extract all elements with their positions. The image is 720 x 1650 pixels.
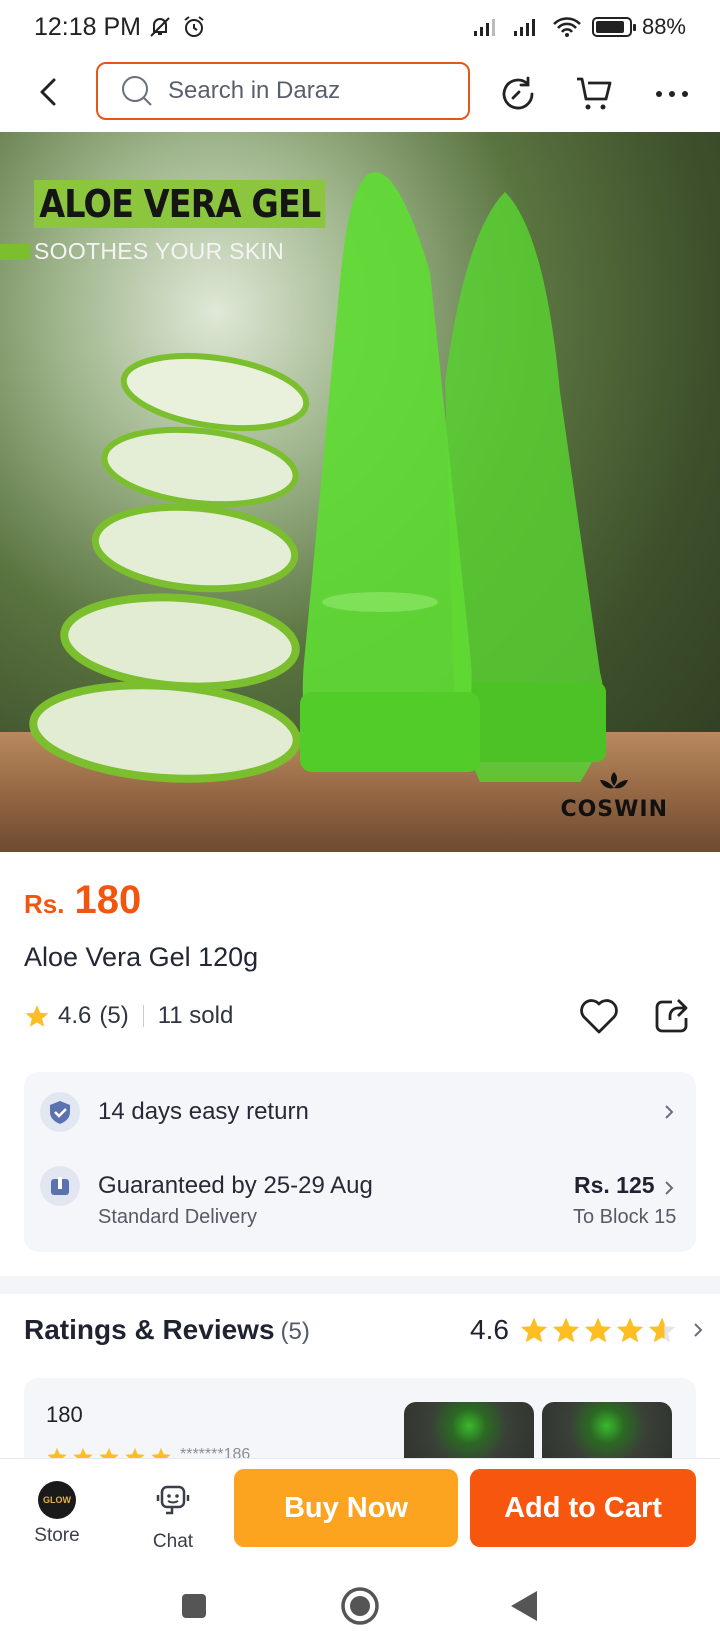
- star-icon: [99, 1447, 119, 1458]
- sold-count: 11 sold: [157, 1002, 234, 1029]
- review-photo[interactable]: [542, 1402, 672, 1458]
- product-price: Rs. 180: [24, 878, 141, 923]
- aloe-slices-illustration: [29, 172, 606, 783]
- chat-label: Chat: [152, 1531, 194, 1552]
- back-button[interactable]: [30, 74, 66, 110]
- rating-summary[interactable]: 4.6 (5) 11 sold: [24, 1002, 233, 1030]
- review-photo[interactable]: [404, 1402, 534, 1458]
- more-dots-icon: [656, 91, 688, 97]
- delivery-destination: To Block 15: [573, 1206, 677, 1228]
- wishlist-button[interactable]: [578, 996, 620, 1036]
- review-author: 180: [46, 1402, 83, 1427]
- store-button[interactable]: GLOW Store: [22, 1481, 92, 1547]
- delivery-estimate: Guaranteed by 25-29 Aug: [98, 1172, 373, 1199]
- chevron-right-icon: [665, 1181, 674, 1195]
- back-nav-button[interactable]: [502, 1584, 546, 1628]
- star-icon: [648, 1317, 676, 1343]
- buy-now-button[interactable]: Buy Now: [234, 1469, 458, 1547]
- search-placeholder: Search in Daraz: [168, 77, 341, 104]
- bottom-action-bar: GLOW Store Chat Buy Now Add to Cart: [0, 1458, 720, 1566]
- star-icon: [616, 1317, 644, 1343]
- home-circle-icon: [341, 1587, 379, 1625]
- review-user: *******186: [180, 1446, 251, 1458]
- shipping-fee: Rs. 125: [574, 1172, 655, 1198]
- delivery-row[interactable]: Guaranteed by 25-29 Aug: [40, 1166, 373, 1206]
- store-label: Store: [34, 1525, 80, 1546]
- star-icon: [47, 1447, 67, 1458]
- star-icon: [520, 1317, 548, 1343]
- review-stars: [46, 1446, 172, 1458]
- alarm-icon: [184, 16, 204, 37]
- return-policy-row[interactable]: 14 days easy return: [40, 1092, 309, 1132]
- shield-check-icon: [40, 1092, 80, 1132]
- star-icon: [552, 1317, 580, 1343]
- add-to-cart-button[interactable]: Add to Cart: [470, 1469, 696, 1547]
- chat-icon: [156, 1485, 190, 1515]
- leaf-logo-icon: [600, 772, 629, 789]
- mute-icon: [150, 17, 170, 37]
- square-icon: [182, 1594, 206, 1618]
- wifi-icon: [553, 17, 581, 37]
- product-image[interactable]: ALOE VERA GEL SOOTHES YOUR SKIN COSWIN: [0, 132, 720, 852]
- chat-button[interactable]: Chat: [138, 1481, 208, 1553]
- reviews-title: Ratings & Reviews: [24, 1314, 275, 1345]
- chevron-right-icon: [694, 1323, 703, 1337]
- search-input[interactable]: Search in Daraz: [96, 62, 470, 120]
- signal-icon: [473, 19, 495, 36]
- star-icon: [584, 1317, 612, 1343]
- status-time: 12:18 PM: [34, 12, 142, 41]
- rating-value: 4.6: [58, 1002, 92, 1029]
- status-bar: 12:18 PM 88%: [0, 0, 720, 54]
- reviews-score-value: 4.6: [470, 1314, 509, 1345]
- back-arrow-icon: [40, 78, 56, 106]
- rating-count: (5): [99, 1002, 129, 1029]
- service-info-card: 14 days easy return Guaranteed by 25-29 …: [24, 1072, 696, 1252]
- return-policy-text: 14 days easy return: [98, 1098, 309, 1125]
- chevron-right-icon: [665, 1105, 674, 1119]
- store-logo: GLOW: [38, 1481, 76, 1519]
- system-navigation-bar: [0, 1566, 720, 1650]
- section-divider: [0, 1276, 720, 1294]
- cart-icon: [577, 77, 612, 110]
- heart-icon: [580, 999, 618, 1034]
- star-icon: [151, 1447, 171, 1458]
- star-icon: [125, 1447, 145, 1458]
- recents-button[interactable]: [172, 1584, 216, 1628]
- history-button[interactable]: [496, 72, 540, 116]
- signal-icon-2: [513, 19, 535, 36]
- reviews-heading[interactable]: Ratings & Reviews (5): [24, 1314, 310, 1346]
- brand-logo: COSWIN: [560, 770, 668, 822]
- top-navigation: Search in Daraz: [0, 54, 720, 132]
- review-card[interactable]: 180 *******186: [24, 1378, 696, 1458]
- battery-icon: [591, 17, 636, 37]
- refresh-icon: [502, 76, 534, 110]
- star-icon: [73, 1447, 93, 1458]
- brand-name: COSWIN: [560, 797, 668, 822]
- share-icon: [655, 999, 688, 1033]
- share-button[interactable]: [652, 996, 692, 1036]
- reviews-count: (5): [280, 1318, 310, 1345]
- search-icon: [122, 76, 152, 106]
- reviews-score[interactable]: 4.6: [470, 1314, 705, 1346]
- home-button[interactable]: [338, 1584, 382, 1628]
- delivery-box-icon: [40, 1166, 80, 1206]
- price-amount: 180: [74, 878, 142, 922]
- more-button[interactable]: [650, 72, 694, 116]
- triangle-back-icon: [511, 1591, 537, 1621]
- delivery-type: Standard Delivery: [98, 1206, 257, 1228]
- price-currency: Rs.: [24, 889, 65, 919]
- cart-button[interactable]: [572, 72, 616, 116]
- separator: [142, 1005, 144, 1027]
- battery-percent: 88%: [641, 14, 686, 39]
- product-title: Aloe Vera Gel 120g: [24, 942, 259, 972]
- star-rating: [519, 1315, 677, 1345]
- star-icon: [25, 1005, 49, 1027]
